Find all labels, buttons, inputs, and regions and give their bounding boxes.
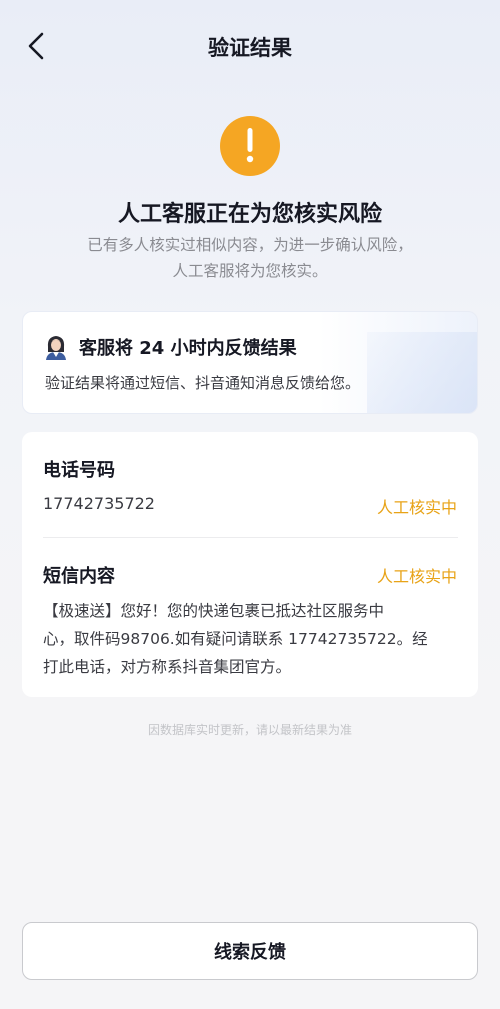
sms-label: 短信内容 [43,566,115,587]
phone-status-badge: 人工核实中 [376,498,457,517]
footnote: 因数据库实时更新，请以最新结果为准 [147,723,352,737]
sms-status-badge: 人工核实中 [376,567,457,586]
result-subtext-line: 人工客服将为您核实。 [172,262,328,280]
info-card: 电话号码 17742735722 人工核实中 短信内容 人工核实中 【极速送】您… [22,432,478,697]
notice-description: 验证结果将通过短信、抖音通知消息反馈给您。 [45,374,361,392]
feedback-button[interactable]: 线索反馈 [22,922,478,980]
phone-label: 电话号码 [43,460,115,481]
notice-card: 客服将 24 小时内反馈结果 验证结果将通过短信、抖音通知消息反馈给您。 [22,311,478,414]
result-subtext-line: 已有多人核实过相似内容，为进一步确认风险， [87,236,413,254]
result-subtext: 已有多人核实过相似内容，为进一步确认风险， 人工客服将为您核实。 [40,232,460,284]
divider [43,537,458,538]
decorative-shape [367,332,477,413]
warning-badge [220,116,280,176]
nav-bar: 验证结果 [0,0,500,94]
sms-content-line: 心，取件码98706.如有疑问请联系 17742735722。经 [43,630,428,648]
phone-value: 17742735722 [43,494,155,513]
exclamation-icon [246,128,254,163]
page-title: 验证结果 [208,36,292,60]
agent-avatar-icon [46,336,66,360]
sms-content-line: 打此电话，对方称系抖音集团官方。 [43,658,292,676]
sms-content: 【极速送】您好！您的快递包裹已抵达社区服务中 心，取件码98706.如有疑问请联… [43,597,461,681]
notice-title: 客服将 24 小时内反馈结果 [79,338,297,359]
result-headline: 人工客服正在为您核实风险 [117,202,382,227]
sms-content-line: 【极速送】您好！您的快递包裹已抵达社区服务中 [43,602,385,620]
